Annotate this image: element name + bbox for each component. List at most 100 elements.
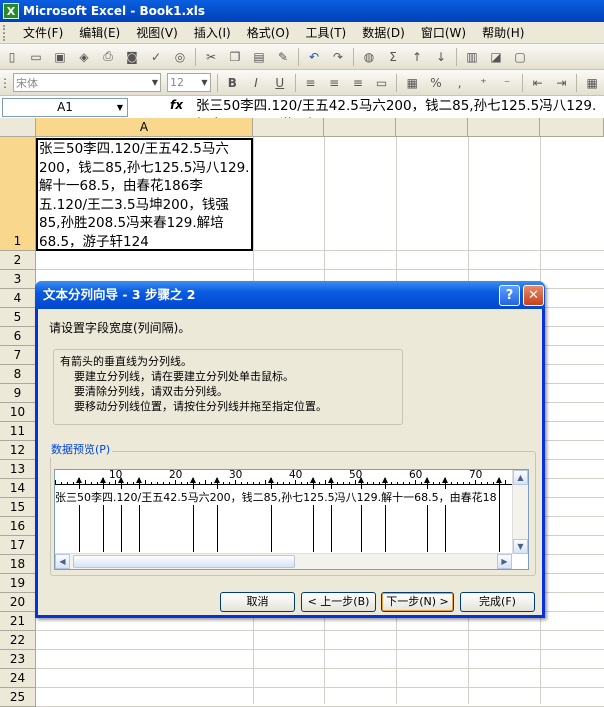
chevron-down-icon[interactable]: ▼ — [117, 99, 123, 116]
select-all-corner[interactable] — [0, 118, 36, 137]
currency-icon[interactable]: ▦ — [401, 73, 423, 93]
drawing-icon[interactable]: ◪ — [485, 47, 507, 67]
comma-style-icon[interactable]: , — [449, 73, 471, 93]
sort-ascending-icon[interactable]: ↑ — [406, 47, 428, 67]
column-break-line[interactable] — [496, 477, 502, 552]
cancel-button[interactable]: 取消 — [220, 592, 295, 612]
undo-icon[interactable]: ↶ — [303, 47, 325, 67]
print-preview-icon[interactable]: ◙ — [121, 47, 143, 67]
row-header[interactable]: 17 — [0, 536, 36, 555]
align-left-icon[interactable]: ≡ — [300, 73, 322, 93]
scroll-thumb[interactable] — [73, 555, 295, 568]
horizontal-scrollbar[interactable]: ◀ ▶ — [55, 553, 512, 569]
menu-edit[interactable]: 编辑(E) — [71, 24, 128, 41]
help-button[interactable]: ? — [499, 285, 520, 306]
data-preview-area[interactable]: 10 20 30 40 50 60 70 张三50李四.120/王五42.5马六200，钱二… — [54, 469, 529, 570]
row-header[interactable]: 15 — [0, 498, 36, 517]
copy-icon[interactable]: ❐ — [224, 47, 246, 67]
row-header[interactable]: 7 — [0, 346, 36, 365]
menu-tools[interactable]: 工具(T) — [298, 24, 355, 41]
borders-icon[interactable]: ▦ — [581, 73, 603, 93]
chart-wizard-icon[interactable]: ▥ — [461, 47, 483, 67]
merge-center-icon[interactable]: ▭ — [371, 73, 393, 93]
toolbar-grip[interactable] — [3, 24, 9, 41]
back-button[interactable]: < 上一步(B) — [301, 592, 376, 612]
row-header[interactable]: 3 — [0, 270, 36, 289]
scroll-up-icon[interactable]: ▲ — [513, 470, 528, 485]
paste-icon[interactable]: ▤ — [248, 47, 270, 67]
row-header[interactable]: 23 — [0, 650, 36, 669]
menu-view[interactable]: 视图(V) — [128, 24, 186, 41]
row-header[interactable]: 22 — [0, 631, 36, 650]
menu-format[interactable]: 格式(O) — [239, 24, 298, 41]
print-icon[interactable]: ⎙ — [97, 47, 119, 67]
cell-a1[interactable]: 张三50李四.120/王五42.5马六200，钱二85,孙七125.5冯八129… — [36, 138, 253, 251]
align-right-icon[interactable]: ≡ — [347, 73, 369, 93]
name-box[interactable]: A1 ▼ — [2, 98, 128, 117]
column-header-a[interactable]: A — [36, 118, 253, 137]
vertical-scrollbar[interactable]: ▲ ▼ — [512, 470, 528, 554]
redo-icon[interactable]: ↷ — [327, 47, 349, 67]
hyperlink-icon[interactable]: ◍ — [358, 47, 380, 67]
column-header[interactable] — [540, 118, 604, 137]
format-painter-icon[interactable]: ✎ — [272, 47, 294, 67]
decrease-indent-icon[interactable]: ⇤ — [527, 73, 549, 93]
autosum-icon[interactable]: Σ — [382, 47, 404, 67]
menu-data[interactable]: 数据(D) — [354, 24, 413, 41]
menu-help[interactable]: 帮助(H) — [474, 24, 532, 41]
row-header[interactable]: 11 — [0, 422, 36, 441]
scroll-left-icon[interactable]: ◀ — [55, 554, 70, 569]
open-icon[interactable]: ▭ — [25, 47, 47, 67]
row-header[interactable]: 6 — [0, 327, 36, 346]
align-center-icon[interactable]: ≡ — [323, 73, 345, 93]
row-header[interactable]: 4 — [0, 289, 36, 308]
new-icon[interactable]: ▯ — [1, 47, 23, 67]
row-header[interactable]: 21 — [0, 612, 36, 631]
row-header[interactable]: 1 — [0, 137, 36, 251]
row-header[interactable]: 9 — [0, 384, 36, 403]
column-header[interactable] — [253, 118, 324, 137]
scroll-right-icon[interactable]: ▶ — [497, 554, 512, 569]
percent-button[interactable]: % — [425, 73, 447, 93]
next-button[interactable]: 下一步(N) > — [381, 592, 454, 612]
row-header[interactable]: 8 — [0, 365, 36, 384]
underline-button[interactable]: U — [269, 73, 291, 93]
cut-icon[interactable]: ✂ — [200, 47, 222, 67]
save-icon[interactable]: ▣ — [49, 47, 71, 67]
research-icon[interactable]: ◎ — [169, 47, 191, 67]
permission-icon[interactable]: ◈ — [73, 47, 95, 67]
row-header[interactable]: 14 — [0, 479, 36, 498]
row-header[interactable]: 12 — [0, 441, 36, 460]
sort-descending-icon[interactable]: ↓ — [430, 47, 452, 67]
decrease-decimal-icon[interactable]: ⁻ — [496, 73, 518, 93]
increase-indent-icon[interactable]: ⇥ — [551, 73, 573, 93]
close-button[interactable]: ✕ — [523, 285, 544, 306]
row-header[interactable]: 2 — [0, 251, 36, 270]
insert-function-button[interactable]: fx — [170, 98, 183, 112]
row-header[interactable]: 13 — [0, 460, 36, 479]
row-header[interactable]: 18 — [0, 555, 36, 574]
column-header[interactable] — [324, 118, 396, 137]
menu-file[interactable]: 文件(F) — [15, 24, 71, 41]
menu-window[interactable]: 窗口(W) — [413, 24, 474, 41]
column-header[interactable] — [396, 118, 468, 137]
row-header[interactable]: 16 — [0, 517, 36, 536]
row-header[interactable]: 25 — [0, 688, 36, 707]
finish-button[interactable]: 完成(F) — [460, 592, 535, 612]
column-header[interactable] — [468, 118, 540, 137]
row-header[interactable]: 24 — [0, 669, 36, 688]
italic-button[interactable]: I — [245, 73, 267, 93]
spelling-icon[interactable]: ✓ — [145, 47, 167, 67]
ruler-tick — [421, 482, 422, 485]
row-header[interactable]: 20 — [0, 593, 36, 612]
row-header[interactable]: 5 — [0, 308, 36, 327]
row-header[interactable]: 10 — [0, 403, 36, 422]
row-header[interactable]: 19 — [0, 574, 36, 593]
menu-insert[interactable]: 插入(I) — [186, 24, 239, 41]
scroll-down-icon[interactable]: ▼ — [513, 539, 528, 554]
font-name-select[interactable]: 宋体 ▼ — [13, 73, 162, 92]
increase-decimal-icon[interactable]: ⁺ — [473, 73, 495, 93]
zoom-icon[interactable]: ▢ — [509, 47, 531, 67]
bold-button[interactable]: B — [222, 73, 244, 93]
font-size-select[interactable]: 12 ▼ — [167, 73, 211, 92]
